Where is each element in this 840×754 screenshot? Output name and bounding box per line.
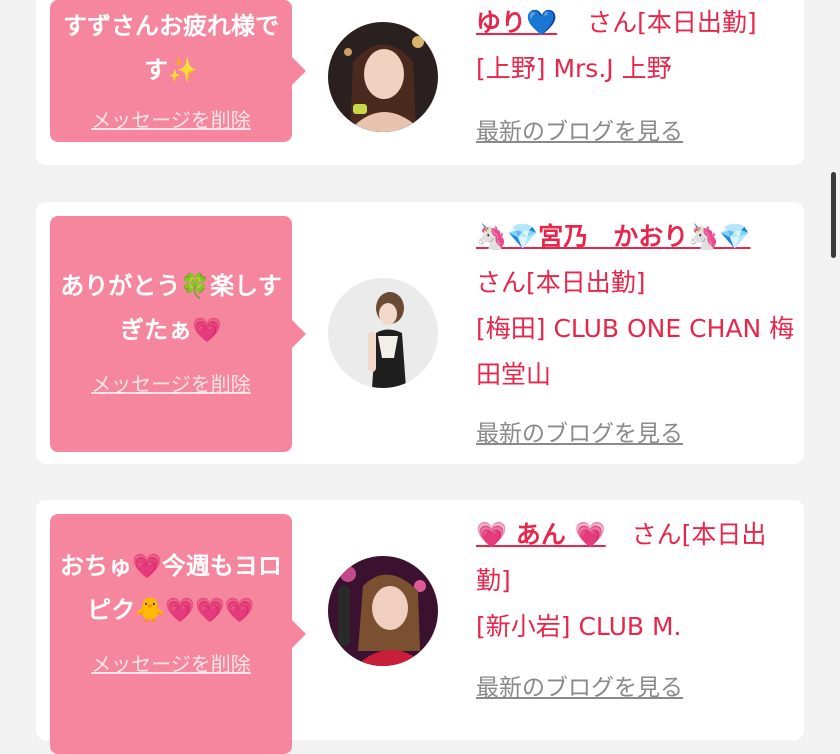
girl-info: ゆり💙 さん[本日出勤] [上野] Mrs.J 上野 <box>476 0 796 92</box>
girl-info: 💗 あん 💗 さん[本日出勤] [新小岩] CLUB M. <box>476 512 796 650</box>
message-card: ありがとう🍀楽しすぎたぁ💗 メッセージを削除 🦄💎宮乃 かおり🦄💎 さん[本日出勤… <box>36 202 804 464</box>
shop-text: [上野] Mrs.J 上野 <box>476 54 672 83</box>
message-bubble: すずさんお疲れ様です✨ メッセージを削除 <box>50 0 306 142</box>
avatar[interactable] <box>328 278 438 388</box>
message-card: すずさんお疲れ様です✨ メッセージを削除 ゆり💙 さん[本日出勤] [上野] M… <box>36 0 804 165</box>
delete-message-link[interactable]: メッセージを削除 <box>50 648 292 677</box>
delete-message-link[interactable]: メッセージを削除 <box>50 104 292 133</box>
shop-text: [新小岩] CLUB M. <box>476 612 682 641</box>
message-text: ありがとう🍀楽しすぎたぁ💗 <box>60 272 282 344</box>
girl-name-link[interactable]: ゆり💙 <box>476 8 557 37</box>
avatar[interactable] <box>328 556 438 666</box>
status-text: さん[本日出勤] <box>476 268 646 297</box>
message-card: おちゅ💗今週もヨロピク🐥💗💗💗 メッセージを削除 💗 あん 💗 さん[本日出勤] … <box>36 500 804 754</box>
message-bubble: ありがとう🍀楽しすぎたぁ💗 メッセージを削除 <box>50 216 306 452</box>
message-bubble: おちゅ💗今週もヨロピク🐥💗💗💗 メッセージを削除 <box>50 514 306 754</box>
girl-name-link[interactable]: 🦄💎宮乃 かおり🦄💎 <box>476 222 751 251</box>
blog-link[interactable]: 最新のブログを見る <box>476 112 683 146</box>
girl-info: 🦄💎宮乃 かおり🦄💎 さん[本日出勤] [梅田] CLUB ONE CHAN 梅田… <box>476 214 796 398</box>
shop-text: [梅田] CLUB ONE CHAN 梅田堂山 <box>476 314 795 389</box>
status-text: さん[本日出勤] <box>587 8 757 37</box>
delete-message-link[interactable]: メッセージを削除 <box>50 368 292 397</box>
girl-name-link[interactable]: 💗 あん 💗 <box>476 520 606 549</box>
message-text: すずさんお疲れ様です✨ <box>63 12 279 84</box>
avatar[interactable] <box>328 22 438 132</box>
scrollbar[interactable] <box>831 172 836 258</box>
blog-link[interactable]: 最新のブログを見る <box>476 668 683 702</box>
blog-link[interactable]: 最新のブログを見る <box>476 414 683 448</box>
message-text: おちゅ💗今週もヨロピク🐥💗💗💗 <box>60 552 282 624</box>
